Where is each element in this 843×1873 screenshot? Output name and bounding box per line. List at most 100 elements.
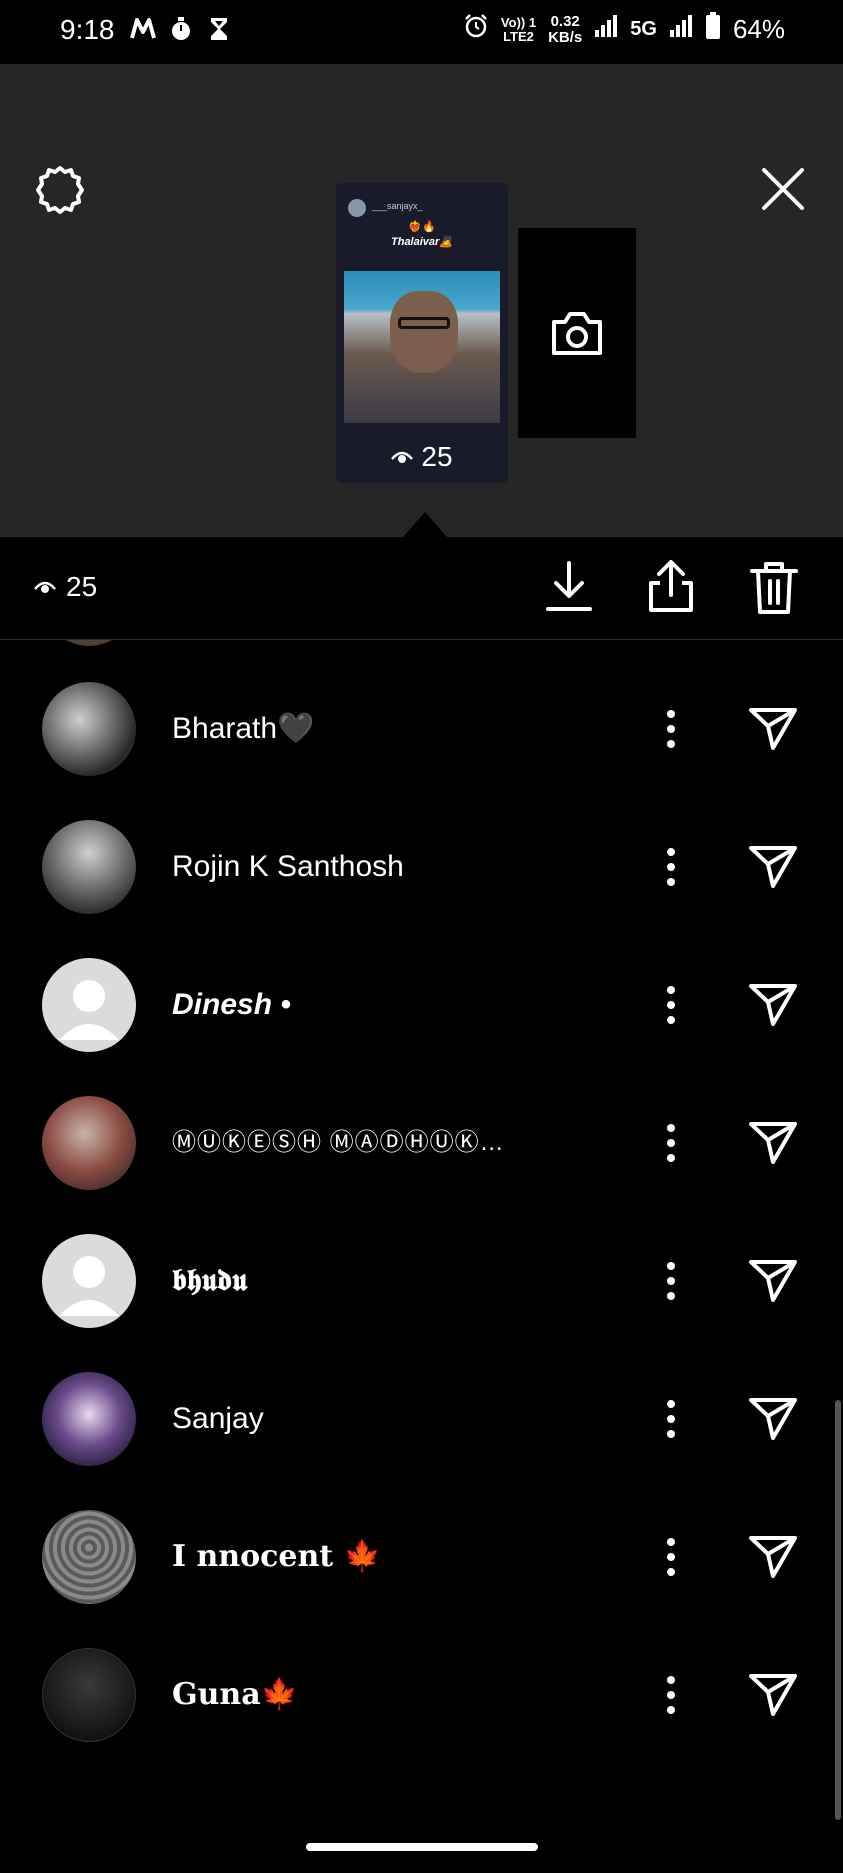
more-vertical-icon	[667, 848, 675, 886]
viewers-list[interactable]: Bharath🖤 Rojin K Santhosh Dinesh • ⓂⓊⓀⒺⓈ…	[0, 640, 843, 1813]
more-options-button[interactable]	[656, 1118, 686, 1168]
selected-pointer	[403, 512, 447, 537]
story-emoji: ❤️‍🔥🔥	[408, 221, 436, 233]
list-item[interactable]: Rojin K Santhosh	[0, 798, 843, 936]
network-speed: 0.32 KB/s	[548, 12, 583, 46]
viewers-count: 25	[34, 571, 97, 603]
send-message-button[interactable]	[748, 1672, 798, 1718]
network-type: 5G	[630, 18, 657, 40]
viewer-name: Sanjay	[172, 1402, 264, 1435]
list-item[interactable]: Sanjay	[0, 1350, 843, 1488]
battery-percent: 64%	[732, 14, 785, 44]
more-vertical-icon	[667, 1538, 675, 1576]
story-image	[344, 271, 500, 423]
default-avatar-icon	[59, 980, 119, 1040]
close-icon	[762, 168, 804, 210]
more-vertical-icon	[667, 986, 675, 1024]
story-view-count: 25	[336, 441, 508, 473]
send-icon	[749, 1398, 797, 1440]
send-message-button[interactable]	[748, 1396, 798, 1442]
add-story-camera-card[interactable]	[518, 228, 636, 438]
share-button[interactable]	[646, 557, 696, 615]
story-thumbnail[interactable]: ___sanjayx_ ❤️‍🔥🔥 Thalaivar🙇 25	[336, 183, 508, 483]
list-item[interactable]: 𝐈 𝐧𝐧𝐨𝐜𝐞𝐧𝐭 🍁	[0, 1488, 843, 1626]
send-message-button[interactable]	[748, 1120, 798, 1166]
trash-icon	[750, 562, 798, 614]
story-username: ___sanjayx_	[372, 201, 423, 211]
delete-button[interactable]	[748, 559, 800, 617]
eye-icon	[391, 451, 414, 463]
eye-icon	[34, 581, 56, 593]
scrollbar-thumb[interactable]	[835, 1400, 841, 1820]
more-options-button[interactable]	[656, 1256, 686, 1306]
battery-icon	[705, 12, 721, 47]
status-app-icons	[130, 16, 232, 42]
send-message-button[interactable]	[748, 844, 798, 890]
viewer-name: 𝐈 𝐧𝐧𝐨𝐜𝐞𝐧𝐭 🍁	[172, 1539, 381, 1574]
list-item[interactable]: Dinesh •	[0, 936, 843, 1074]
viewer-name: ⓂⓊⓀⒺⓈⒽ ⓂⒶⒹⒽⓊⓀ…	[172, 1129, 505, 1156]
share-icon	[649, 560, 693, 612]
more-options-button[interactable]	[656, 980, 686, 1030]
send-icon	[749, 1536, 797, 1578]
avatar	[42, 820, 136, 914]
more-vertical-icon	[667, 1676, 675, 1714]
settings-button[interactable]	[34, 164, 86, 216]
more-options-button[interactable]	[656, 1532, 686, 1582]
send-icon	[749, 1674, 797, 1716]
more-vertical-icon	[667, 1400, 675, 1438]
story-glasses	[398, 317, 450, 329]
more-options-button[interactable]	[656, 842, 686, 892]
default-avatar-icon	[59, 1256, 119, 1316]
avatar	[42, 958, 136, 1052]
close-button[interactable]	[756, 162, 810, 216]
lte-indicator: Vo)) 1 LTE2	[500, 14, 537, 44]
send-icon	[749, 1260, 797, 1302]
viewer-name: Rojin K Santhosh	[172, 850, 404, 883]
send-icon	[749, 984, 797, 1026]
status-bar: 9:18 Vo)) 1 LTE2 0.32 KB/s 5G 64%	[0, 0, 843, 64]
avatar	[42, 1510, 136, 1604]
m-app-icon	[130, 16, 156, 42]
alarm-icon	[463, 13, 489, 46]
avatar	[42, 682, 136, 776]
avatar	[42, 1648, 136, 1742]
avatar	[42, 1096, 136, 1190]
list-item[interactable]: 𝐆𝐮𝐧𝐚🍁	[0, 1626, 843, 1764]
send-message-button[interactable]	[748, 1534, 798, 1580]
download-button[interactable]	[544, 559, 594, 615]
signal-icon	[594, 14, 618, 45]
more-options-button[interactable]	[656, 1670, 686, 1720]
camera-icon	[552, 312, 602, 355]
send-message-button[interactable]	[748, 982, 798, 1028]
send-icon	[749, 846, 797, 888]
more-vertical-icon	[667, 1124, 675, 1162]
story-avatar	[348, 199, 366, 217]
more-options-button[interactable]	[656, 1394, 686, 1444]
stopwatch-icon	[168, 16, 194, 42]
download-icon	[546, 561, 592, 611]
send-icon	[749, 708, 797, 750]
avatar	[42, 640, 136, 646]
signal-icon	[669, 14, 693, 45]
story-caption: Thalaivar🙇	[391, 236, 453, 248]
status-right: Vo)) 1 LTE2 0.32 KB/s 5G 64%	[463, 12, 785, 47]
more-options-button[interactable]	[656, 704, 686, 754]
list-item[interactable]: 𝖇𝖍𝖚𝖉𝖚	[0, 1212, 843, 1350]
viewer-name: 𝖇𝖍𝖚𝖉𝖚	[172, 1263, 248, 1298]
viewer-name: Bharath🖤	[172, 712, 315, 745]
more-vertical-icon	[667, 1262, 675, 1300]
viewer-name: 𝐆𝐮𝐧𝐚🍁	[172, 1677, 299, 1712]
avatar	[42, 1234, 136, 1328]
story-action-bar: 25	[0, 537, 843, 640]
home-indicator[interactable]	[306, 1843, 538, 1851]
send-icon	[749, 1122, 797, 1164]
viewer-name: Dinesh •	[172, 988, 291, 1021]
send-message-button[interactable]	[748, 1258, 798, 1304]
avatar	[42, 1372, 136, 1466]
gear-icon	[36, 166, 84, 214]
list-item[interactable]: Bharath🖤	[0, 660, 843, 798]
list-item[interactable]: ⓂⓊⓀⒺⓈⒽ ⓂⒶⒹⒽⓊⓀ…	[0, 1074, 843, 1212]
story-face	[390, 291, 458, 373]
send-message-button[interactable]	[748, 706, 798, 752]
